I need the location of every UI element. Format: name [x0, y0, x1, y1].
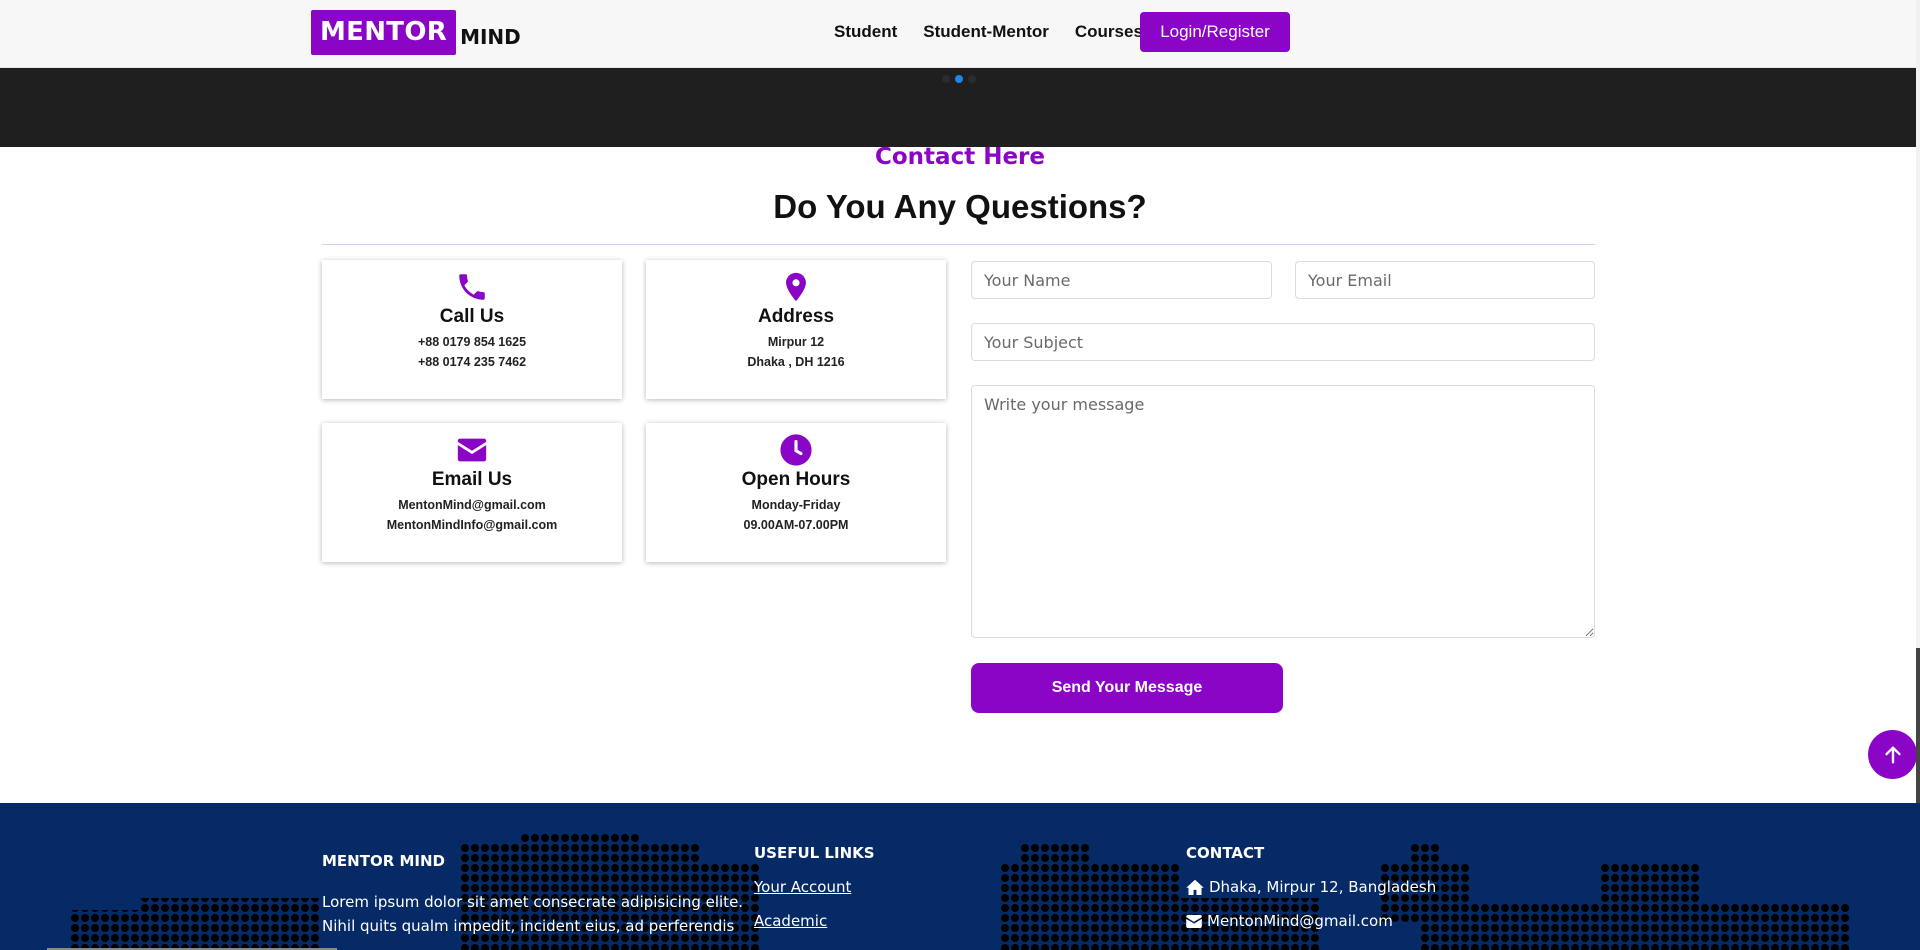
navbar: MENTOR MIND Student Student-Mentor Cours… [0, 0, 1920, 68]
contact-subtitle: Contact Here [875, 144, 1045, 170]
footer-link-academic[interactable]: Academic [754, 912, 875, 930]
card-title: Email Us [431, 469, 513, 490]
info-card-address: Address Mirpur 12 Dhaka , DH 1216 [646, 260, 946, 399]
footer-useful-links: USEFUL LINKS Your Account Academic [754, 844, 875, 930]
card-title: Open Hours [741, 469, 851, 490]
email-line-1: MentonMind@gmail.com [398, 498, 546, 512]
hero-carousel [0, 68, 1920, 147]
clock-icon [780, 434, 812, 466]
card-title: Call Us [439, 306, 505, 327]
login-register-button[interactable]: Login/Register [1140, 12, 1290, 52]
phone-icon [459, 274, 485, 300]
home-icon [1186, 879, 1204, 895]
carousel-dot-3[interactable] [968, 75, 976, 83]
footer: MENTOR MIND Lorem ipsum dolor sit amet c… [0, 803, 1920, 950]
envelope-icon [457, 438, 487, 462]
email-line-2: MentonMindInfo@gmail.com [386, 518, 558, 532]
nav-link-student-mentor[interactable]: Student-Mentor [923, 22, 1049, 42]
brand-rest: MIND [460, 25, 521, 49]
email-input[interactable] [1295, 261, 1595, 299]
footer-about-heading: MENTOR MIND [322, 852, 445, 870]
arrow-up-icon [1884, 745, 1901, 764]
card-title: Address [757, 306, 835, 327]
nav-link-student[interactable]: Student [834, 22, 897, 42]
nav-link-courses[interactable]: Courses [1075, 22, 1143, 42]
phone-number-2: +88 0174 235 7462 [417, 355, 527, 369]
footer-email: MentonMind@gmail.com [1207, 912, 1393, 930]
world-map-dots-background [70, 833, 1850, 950]
envelope-icon [1186, 914, 1202, 928]
footer-link-your-account[interactable]: Your Account [754, 878, 875, 896]
footer-address: Dhaka, Mirpur 12, Bangladesh [1209, 878, 1437, 896]
divider [322, 244, 1595, 245]
brand-highlight: MENTOR [311, 10, 457, 55]
info-card-email: Email Us MentonMind@gmail.com MentonMind… [322, 423, 622, 562]
hours-time: 09.00AM-07.00PM [743, 518, 849, 532]
message-textarea[interactable] [971, 385, 1595, 638]
scrollbar-thumb[interactable] [1916, 648, 1920, 803]
footer-contact: CONTACT Dhaka, Mirpur 12, Bangladesh Men… [1186, 844, 1436, 930]
brand-logo[interactable]: MENTOR MIND [311, 10, 521, 55]
subject-input[interactable] [971, 323, 1595, 361]
footer-contact-heading: CONTACT [1186, 844, 1265, 862]
footer-email-row: MentonMind@gmail.com [1186, 912, 1436, 930]
back-to-top-button[interactable] [1868, 730, 1917, 779]
send-message-button[interactable]: Send Your Message [971, 663, 1283, 713]
footer-about-text-1: Lorem ipsum dolor sit amet consecrate ad… [322, 893, 744, 911]
carousel-dot-2-active[interactable] [955, 75, 963, 83]
nav-links: Student Student-Mentor Courses [834, 22, 1169, 42]
footer-about: MENTOR MIND Lorem ipsum dolor sit amet c… [322, 852, 743, 938]
address-line-1: Mirpur 12 [767, 335, 825, 349]
info-card-hours: Open Hours Monday-Friday 09.00AM-07.00PM [646, 423, 946, 562]
footer-about-text-2: Nihil quits qualm impedit, incident eius… [322, 917, 735, 935]
name-input[interactable] [971, 261, 1272, 299]
hours-days: Monday-Friday [751, 498, 841, 512]
info-card-call: Call Us +88 0179 854 1625 +88 0174 235 7… [322, 260, 622, 399]
phone-number-1: +88 0179 854 1625 [417, 335, 527, 349]
footer-links-heading: USEFUL LINKS [754, 844, 875, 862]
carousel-dot-1[interactable] [942, 75, 950, 83]
contact-title: Do You Any Questions? [773, 188, 1147, 225]
address-line-2: Dhaka , DH 1216 [747, 355, 845, 369]
map-pin-icon [786, 272, 806, 302]
footer-address-row: Dhaka, Mirpur 12, Bangladesh [1186, 878, 1436, 896]
